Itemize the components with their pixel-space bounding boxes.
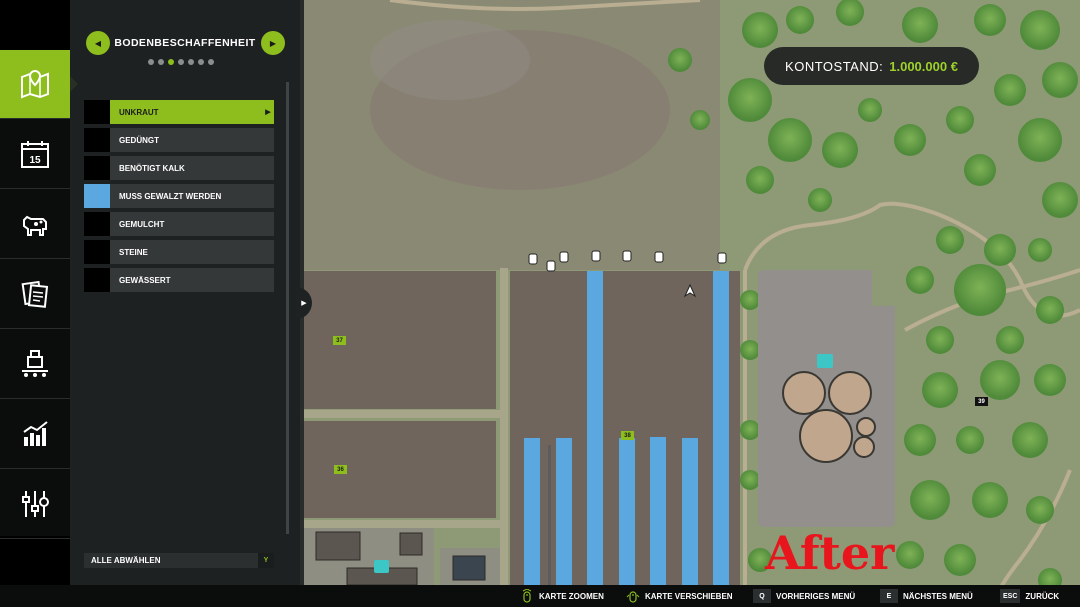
filter-needs-rolling[interactable]: MUSS GEWALZT WERDEN <box>84 184 274 208</box>
hint-label: NÄCHSTES MENÜ <box>903 591 973 601</box>
sliders-icon <box>22 491 49 517</box>
page-dot[interactable] <box>158 59 164 65</box>
chevron-right-icon: ▶ <box>265 109 271 116</box>
panel-scrollbar[interactable] <box>286 82 289 534</box>
prev-page-button[interactable]: ◀ <box>86 31 110 55</box>
calendar-icon: 15 <box>21 141 49 168</box>
dirt-patch <box>370 20 530 100</box>
production-icon <box>22 350 48 377</box>
map-filter-panel: ◀ BODENBESCHAFFENHEIT ▶ UNKRAUT ▶ GEDÜNGT… <box>70 0 304 585</box>
panel-title: BODENBESCHAFFENHEIT <box>114 37 256 49</box>
filter-label: BENÖTIGT KALK <box>110 156 274 180</box>
page-dot[interactable] <box>208 59 214 65</box>
hint-label: KARTE ZOOMEN <box>539 591 604 601</box>
hint-label: ZURÜCK <box>1025 591 1060 601</box>
nav-tab-production[interactable] <box>0 330 70 399</box>
page-dot[interactable] <box>188 59 194 65</box>
calendar-day: 15 <box>29 155 41 166</box>
chevron-right-icon: ▶ <box>301 300 307 307</box>
nav-tab-animals[interactable] <box>0 190 70 259</box>
hint-label: VORHERIGES MENÜ <box>776 591 856 601</box>
hint-move-map[interactable]: KARTE VERSCHIEBEN <box>626 585 733 607</box>
yard-cutout <box>872 270 900 306</box>
filter-stones[interactable]: STEINE <box>84 240 274 264</box>
filter-color-swatch <box>84 156 110 180</box>
deselect-all-button[interactable]: ALLE ABWÄHLEN Y <box>84 553 274 568</box>
after-stamp-text: After <box>765 526 895 580</box>
chevron-left-icon: ◀ <box>94 38 102 48</box>
filter-color-swatch <box>84 240 110 264</box>
page-indicator <box>148 59 214 65</box>
balance-label: KONTOSTAND: <box>785 58 884 74</box>
filter-color-swatch <box>84 268 110 292</box>
nav-tab-settings[interactable] <box>0 470 70 539</box>
account-balance: KONTOSTAND: 1.000.000 € <box>764 47 979 85</box>
field-36[interactable] <box>304 421 496 518</box>
hint-zoom-map[interactable]: KARTE ZOOMEN <box>520 585 604 607</box>
input-hint-bar: KARTE ZOOMEN KARTE VERSCHIEBEN Q VORHERI… <box>0 585 1080 607</box>
mouse-zoom-icon <box>522 589 532 603</box>
field-number-37: 37 <box>333 336 346 345</box>
key-q: Q <box>753 589 771 603</box>
hint-previous-menu[interactable]: Q VORHERIGES MENÜ <box>753 585 855 607</box>
filter-needs-lime[interactable]: BENÖTIGT KALK <box>84 156 274 180</box>
farm-yard[interactable] <box>758 270 895 527</box>
hint-label: KARTE VERSCHIEBEN <box>645 591 733 601</box>
filter-weeds[interactable]: UNKRAUT ▶ <box>84 100 274 124</box>
key-e: E <box>880 589 898 603</box>
deselect-key-hint: Y <box>258 553 274 568</box>
field-road <box>300 520 505 528</box>
filter-label: GEMULCHT <box>110 212 274 236</box>
field-number-38: 38 <box>621 431 634 440</box>
map-pin-icon <box>21 69 49 99</box>
hint-next-menu[interactable]: E NÄCHSTES MENÜ <box>880 585 973 607</box>
filter-label: UNKRAUT ▶ <box>110 100 274 124</box>
field-number-39: 39 <box>975 397 988 406</box>
menu-sidebar: 15 <box>0 50 70 539</box>
page-dot[interactable] <box>148 59 154 65</box>
filter-label: GEDÜNGT <box>110 128 274 152</box>
deselect-all-label: ALLE ABWÄHLEN <box>91 556 161 565</box>
balance-value: 1.000.000 € <box>889 58 958 74</box>
nav-tab-statistics[interactable] <box>0 400 70 469</box>
filter-watered[interactable]: GEWÄSSERT <box>84 268 274 292</box>
field-road <box>300 410 505 418</box>
hint-back[interactable]: ESC ZURÜCK <box>1000 585 1059 607</box>
filter-label: GEWÄSSERT <box>110 268 274 292</box>
cow-icon <box>23 215 47 236</box>
filter-label: MUSS GEWALZT WERDEN <box>110 184 274 208</box>
documents-icon <box>21 280 49 308</box>
key-esc: ESC <box>1000 589 1021 603</box>
filter-fertilized[interactable]: GEDÜNGT <box>84 128 274 152</box>
field-number-36: 36 <box>334 465 347 474</box>
mouse-move-icon <box>626 591 640 603</box>
nav-tab-calendar[interactable]: 15 <box>0 120 70 189</box>
chart-icon <box>23 421 48 446</box>
filter-label: STEINE <box>110 240 274 264</box>
filter-color-swatch <box>84 212 110 236</box>
filter-mulched[interactable]: GEMULCHT <box>84 212 274 236</box>
filter-color-swatch <box>84 128 110 152</box>
tramline <box>548 445 551 591</box>
page-dot-active[interactable] <box>168 59 174 65</box>
nav-tab-map[interactable] <box>0 50 70 119</box>
field-road <box>500 268 508 588</box>
next-page-button[interactable]: ▶ <box>261 31 285 55</box>
nav-tab-contracts[interactable] <box>0 260 70 329</box>
page-dot[interactable] <box>178 59 184 65</box>
chevron-right-icon: ▶ <box>269 38 277 48</box>
filter-color-swatch <box>84 184 110 208</box>
page-dot[interactable] <box>198 59 204 65</box>
filter-color-swatch <box>84 100 110 124</box>
